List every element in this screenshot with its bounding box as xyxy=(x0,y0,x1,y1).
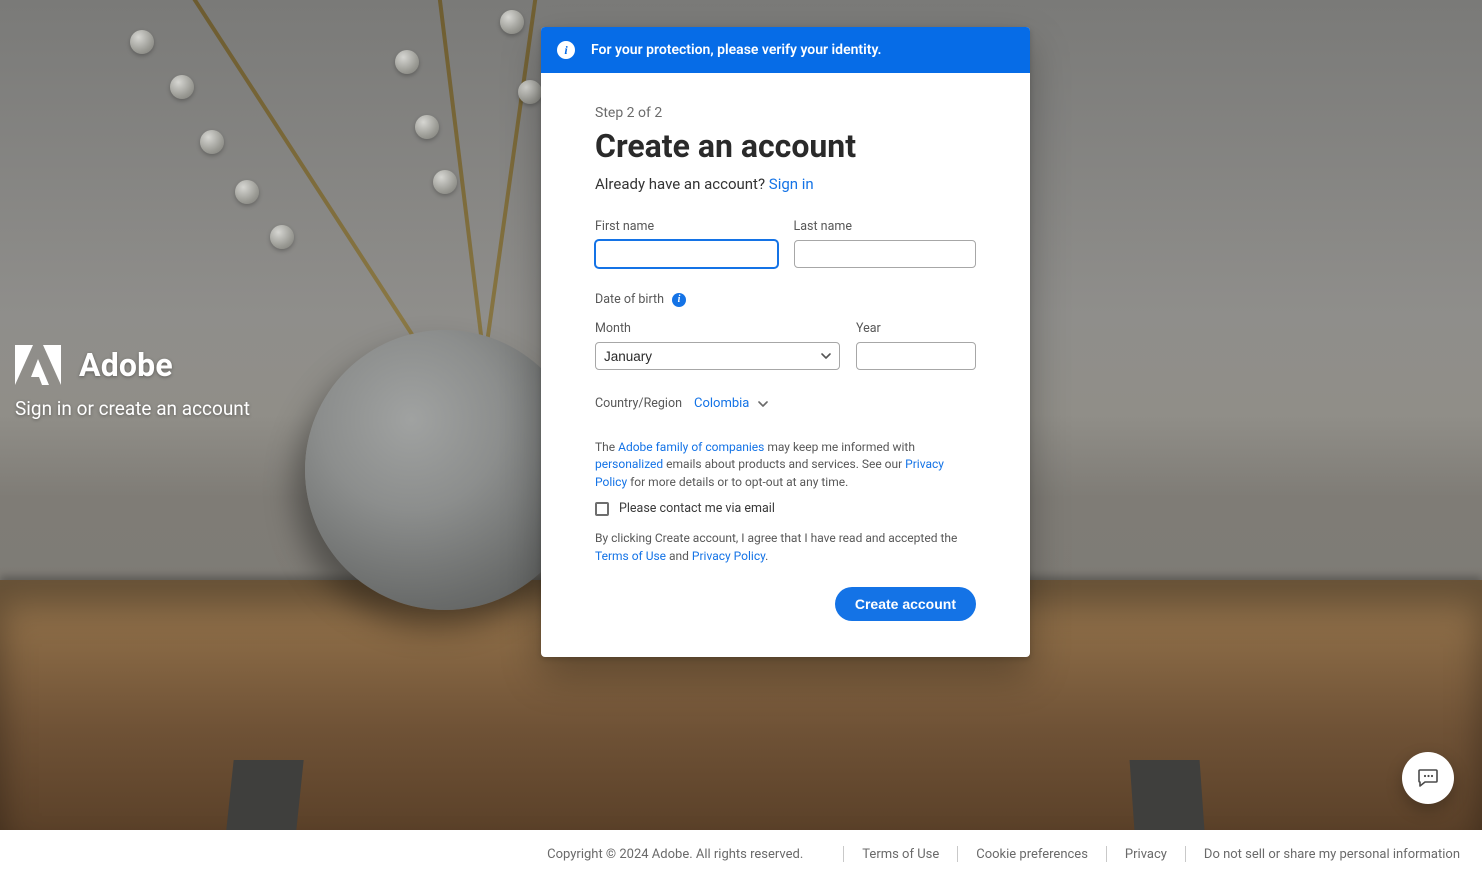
decor-bud xyxy=(270,225,294,249)
month-label: Month xyxy=(595,321,840,336)
last-name-input[interactable] xyxy=(794,240,977,268)
footer-separator xyxy=(1185,846,1186,862)
brand-subtitle: Sign in or create an account xyxy=(15,397,250,420)
disclosure-text: The Adobe family of companies may keep m… xyxy=(595,439,976,491)
brand-name: Adobe xyxy=(79,346,173,384)
verify-banner: i For your protection, please verify you… xyxy=(541,27,1030,73)
contact-email-checkbox[interactable] xyxy=(595,502,609,516)
decor-table-leg xyxy=(226,760,303,830)
dob-text: Date of birth xyxy=(595,292,664,307)
create-account-button[interactable]: Create account xyxy=(835,587,976,621)
hero-background: Adobe Sign in or create an account i For… xyxy=(0,0,1482,830)
page-title: Create an account xyxy=(595,127,976,165)
decor-bud xyxy=(518,80,542,104)
country-select[interactable]: Colombia xyxy=(694,396,769,411)
footer: Copyright © 2024 Adobe. All rights reser… xyxy=(0,830,1482,878)
footer-separator xyxy=(1106,846,1107,862)
decor-bud xyxy=(235,180,259,204)
year-input[interactable] xyxy=(856,342,976,370)
adobe-logo-icon xyxy=(15,345,61,385)
last-name-label: Last name xyxy=(794,219,977,234)
year-label: Year xyxy=(856,321,976,336)
already-have-account: Already have an account? Sign in xyxy=(595,175,976,193)
decor-bud xyxy=(415,115,439,139)
footer-dns-link[interactable]: Do not sell or share my personal informa… xyxy=(1204,847,1460,862)
country-value: Colombia xyxy=(694,396,749,411)
agree-text: By clicking Create account, I agree that… xyxy=(595,530,976,565)
signup-card: i For your protection, please verify you… xyxy=(541,27,1030,657)
footer-separator xyxy=(843,846,844,862)
terms-of-use-link[interactable]: Terms of Use xyxy=(595,549,666,563)
chat-button[interactable] xyxy=(1402,752,1454,804)
decor-table-leg xyxy=(1130,760,1205,830)
footer-privacy-link[interactable]: Privacy xyxy=(1125,847,1167,862)
footer-separator xyxy=(957,846,958,862)
chevron-down-icon xyxy=(757,398,769,410)
decor-bud xyxy=(170,75,194,99)
brand-block: Adobe Sign in or create an account xyxy=(15,345,250,420)
decor-bud xyxy=(200,130,224,154)
dob-section-label: Date of birth i xyxy=(595,292,976,307)
contact-email-label: Please contact me via email xyxy=(619,501,775,516)
footer-copyright: Copyright © 2024 Adobe. All rights reser… xyxy=(547,847,803,862)
decor-stem xyxy=(183,0,421,346)
info-icon[interactable]: i xyxy=(672,293,686,307)
decor-bud xyxy=(130,30,154,54)
decor-bud xyxy=(433,170,457,194)
first-name-input[interactable] xyxy=(595,240,778,268)
verify-banner-text: For your protection, please verify your … xyxy=(591,42,881,58)
footer-cookies-link[interactable]: Cookie preferences xyxy=(976,847,1088,862)
decor-bud xyxy=(395,50,419,74)
already-text: Already have an account? xyxy=(595,175,769,193)
decor-bud xyxy=(500,10,524,34)
country-label: Country/Region xyxy=(595,396,682,411)
month-select[interactable]: January xyxy=(595,342,840,370)
info-icon: i xyxy=(557,41,575,59)
signin-link[interactable]: Sign in xyxy=(769,175,814,193)
first-name-label: First name xyxy=(595,219,778,234)
adobe-family-link[interactable]: Adobe family of companies xyxy=(618,440,764,454)
privacy-policy-link[interactable]: Privacy Policy xyxy=(692,549,765,563)
chat-icon xyxy=(1416,766,1440,790)
personalized-link[interactable]: personalized xyxy=(595,457,663,471)
step-indicator: Step 2 of 2 xyxy=(595,105,976,121)
footer-terms-link[interactable]: Terms of Use xyxy=(862,847,939,862)
